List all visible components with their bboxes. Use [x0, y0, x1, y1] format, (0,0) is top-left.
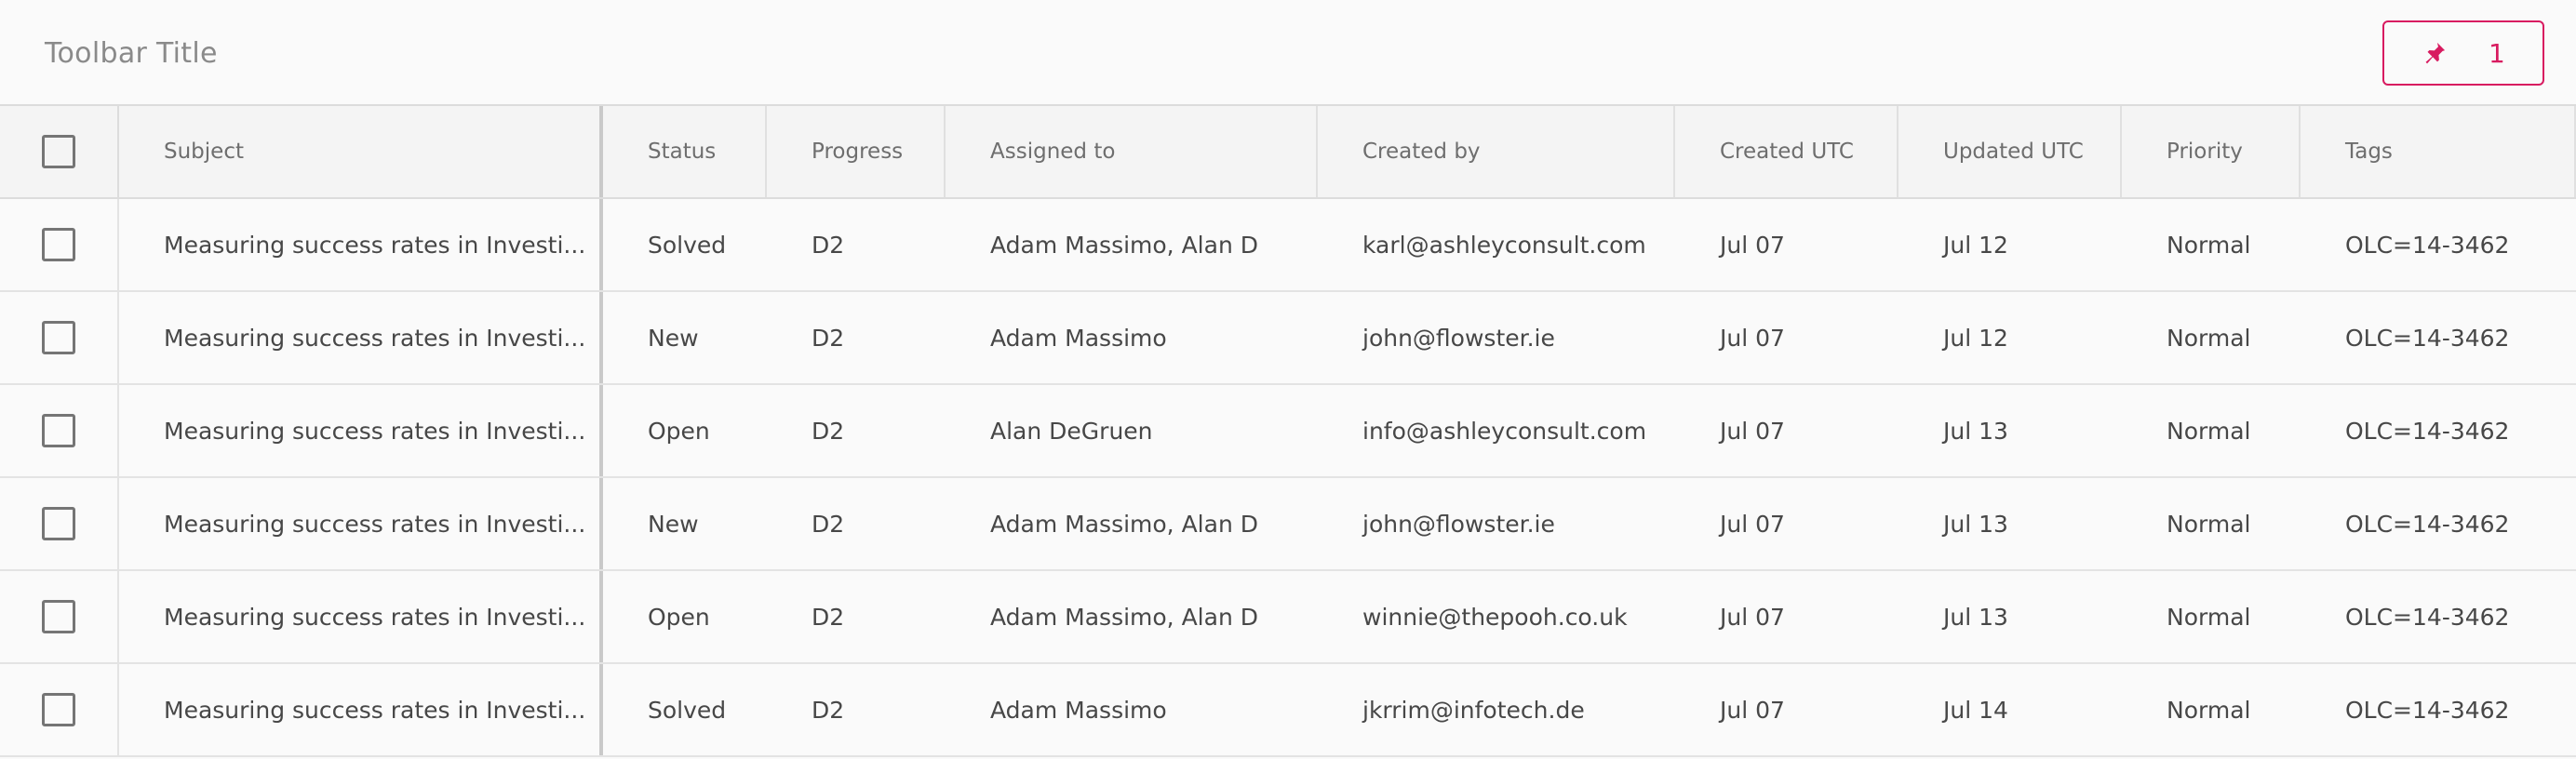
cell-created-by: john@flowster.ie — [1362, 324, 1555, 352]
cell-status: Open — [648, 603, 710, 631]
cell-tags: OLC=14-3462 — [2345, 417, 2510, 445]
row-checkbox[interactable] — [42, 507, 75, 540]
cell-progress: D2 — [812, 603, 845, 631]
cell-tags: OLC=14-3462 — [2345, 510, 2510, 538]
select-all-cell — [0, 106, 119, 197]
cell-status: Solved — [648, 696, 727, 724]
cell-updated-utc: Jul 13 — [1943, 603, 2008, 631]
cell-progress: D2 — [812, 324, 845, 352]
column-header-progress[interactable]: Progress — [767, 106, 946, 197]
cell-priority: Normal — [2167, 510, 2251, 538]
row-select-cell — [0, 571, 119, 662]
cell-progress: D2 — [812, 231, 845, 259]
cell-tags: OLC=14-3462 — [2345, 603, 2510, 631]
row-checkbox[interactable] — [42, 693, 75, 726]
cell-subject: Measuring success rates in Investi... — [119, 478, 603, 569]
pinned-count: 1 — [2489, 38, 2505, 69]
cell-status: New — [648, 510, 699, 538]
cell-created-utc: Jul 07 — [1720, 231, 1785, 259]
cell-updated-utc: Jul 14 — [1943, 696, 2008, 724]
header-row: Subject Status Progress Assigned to Crea… — [0, 106, 2576, 199]
cell-created-by: karl@ashleyconsult.com — [1362, 231, 1646, 259]
pinned-rows-button[interactable]: 1 — [2382, 20, 2544, 86]
cell-assigned-to: Adam Massimo — [990, 696, 1167, 724]
cell-updated-utc: Jul 12 — [1943, 324, 2008, 352]
pin-icon — [2425, 42, 2446, 64]
cell-status: Solved — [648, 231, 727, 259]
cell-status: Open — [648, 417, 710, 445]
row-select-cell — [0, 478, 119, 569]
table-row[interactable]: Measuring success rates in Investi... So… — [0, 199, 2576, 292]
cell-priority: Normal — [2167, 696, 2251, 724]
cell-assigned-to: Adam Massimo, Alan D — [990, 231, 1258, 259]
row-select-cell — [0, 199, 119, 290]
column-header-created-by[interactable]: Created by — [1318, 106, 1675, 197]
cell-progress: D2 — [812, 417, 845, 445]
cell-progress: D2 — [812, 510, 845, 538]
table-row[interactable]: Measuring success rates in Investi... Ne… — [0, 478, 2576, 571]
cell-assigned-to: Adam Massimo, Alan D — [990, 603, 1258, 631]
table-row[interactable]: Measuring success rates in Investi... Op… — [0, 571, 2576, 664]
toolbar-title: Toolbar Title — [45, 37, 218, 70]
toolbar: Toolbar Title 1 — [0, 0, 2576, 106]
table-row[interactable]: Measuring success rates in Investi... Op… — [0, 385, 2576, 478]
column-header-updated-utc[interactable]: Updated UTC — [1898, 106, 2122, 197]
row-checkbox[interactable] — [42, 600, 75, 633]
cell-assigned-to: Alan DeGruen — [990, 417, 1153, 445]
cell-tags: OLC=14-3462 — [2345, 231, 2510, 259]
cell-subject: Measuring success rates in Investi... — [119, 571, 603, 662]
cell-created-utc: Jul 07 — [1720, 603, 1785, 631]
cell-assigned-to: Adam Massimo, Alan D — [990, 510, 1258, 538]
cell-status: New — [648, 324, 699, 352]
column-header-status[interactable]: Status — [603, 106, 767, 197]
cell-created-utc: Jul 07 — [1720, 417, 1785, 445]
column-header-assigned-to[interactable]: Assigned to — [946, 106, 1318, 197]
table-row[interactable]: Measuring success rates in Investi... Ne… — [0, 292, 2576, 385]
cell-priority: Normal — [2167, 231, 2251, 259]
cell-assigned-to: Adam Massimo — [990, 324, 1167, 352]
row-select-cell — [0, 385, 119, 476]
cell-created-utc: Jul 07 — [1720, 324, 1785, 352]
column-header-priority[interactable]: Priority — [2122, 106, 2301, 197]
cell-created-by: info@ashleyconsult.com — [1362, 417, 1647, 445]
row-checkbox[interactable] — [42, 228, 75, 261]
cell-progress: D2 — [812, 696, 845, 724]
cell-subject: Measuring success rates in Investi... — [119, 385, 603, 476]
cell-subject: Measuring success rates in Investi... — [119, 664, 603, 755]
table-row[interactable]: Measuring success rates in Investi... So… — [0, 664, 2576, 757]
select-all-checkbox[interactable] — [42, 135, 75, 168]
cell-updated-utc: Jul 13 — [1943, 510, 2008, 538]
row-select-cell — [0, 664, 119, 755]
column-header-tags[interactable]: Tags — [2301, 106, 2576, 197]
data-grid: Subject Status Progress Assigned to Crea… — [0, 106, 2576, 759]
cell-priority: Normal — [2167, 603, 2251, 631]
cell-created-by: jkrrim@infotech.de — [1362, 696, 1585, 724]
column-header-created-utc[interactable]: Created UTC — [1675, 106, 1898, 197]
cell-created-by: winnie@thepooh.co.uk — [1362, 603, 1628, 631]
cell-created-utc: Jul 07 — [1720, 510, 1785, 538]
cell-created-utc: Jul 07 — [1720, 696, 1785, 724]
row-checkbox[interactable] — [42, 414, 75, 447]
cell-tags: OLC=14-3462 — [2345, 324, 2510, 352]
row-select-cell — [0, 292, 119, 383]
cell-updated-utc: Jul 13 — [1943, 417, 2008, 445]
cell-subject: Measuring success rates in Investi... — [119, 292, 603, 383]
row-checkbox[interactable] — [42, 321, 75, 354]
cell-priority: Normal — [2167, 417, 2251, 445]
cell-tags: OLC=14-3462 — [2345, 696, 2510, 724]
cell-priority: Normal — [2167, 324, 2251, 352]
cell-created-by: john@flowster.ie — [1362, 510, 1555, 538]
cell-subject: Measuring success rates in Investi... — [119, 199, 603, 290]
cell-updated-utc: Jul 12 — [1943, 231, 2008, 259]
column-header-subject[interactable]: Subject — [119, 106, 603, 197]
